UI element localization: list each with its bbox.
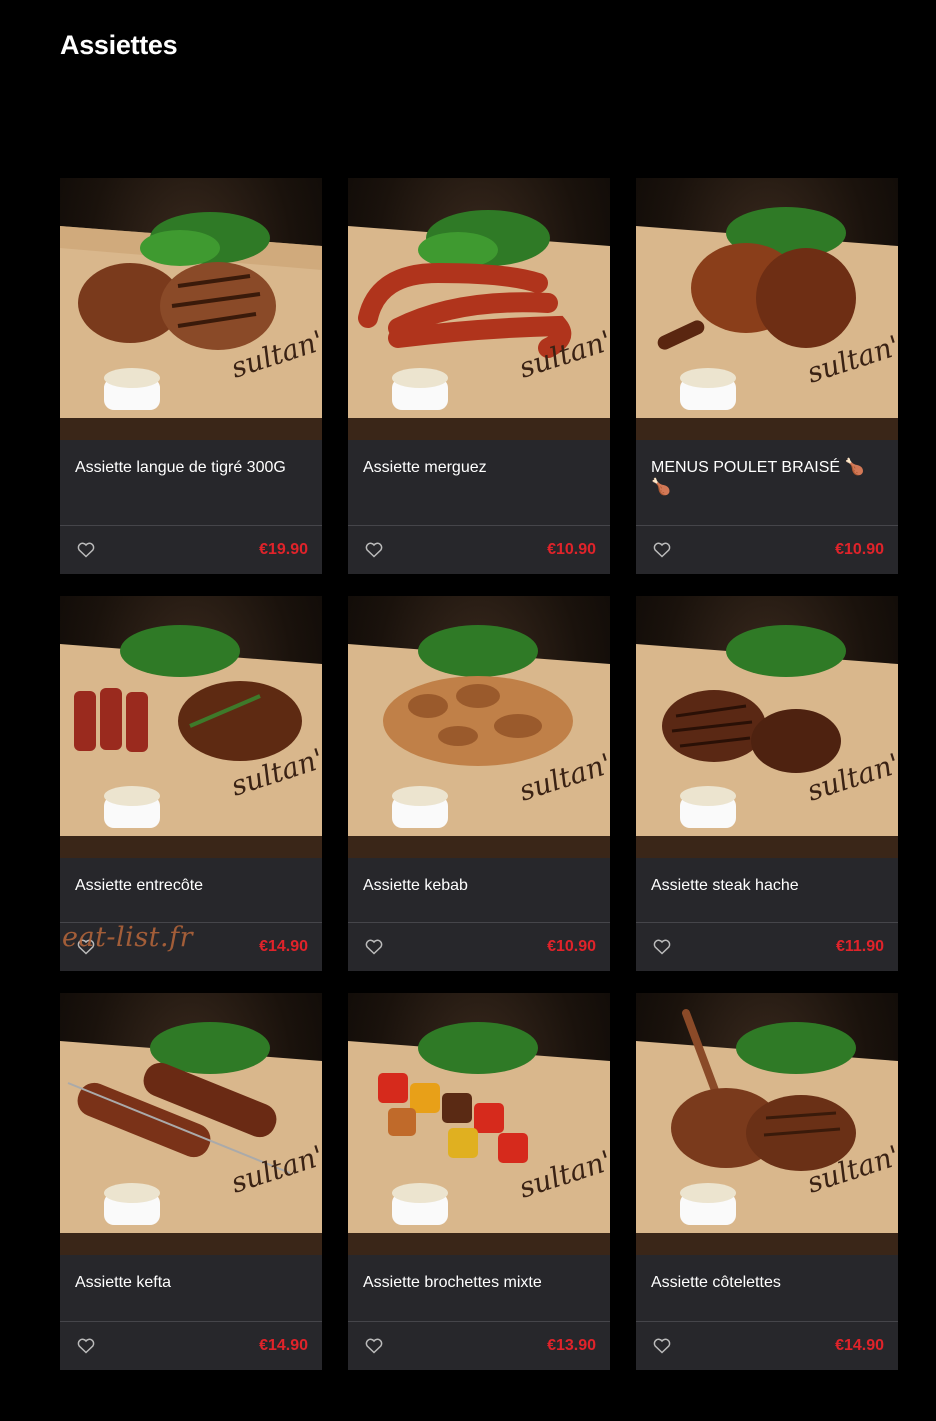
product-image[interactable]: sultan's: [60, 596, 322, 858]
favorite-heart-icon[interactable]: [77, 1338, 95, 1354]
product-price: €14.90: [259, 1337, 308, 1354]
product-name: Assiette kefta: [75, 1274, 172, 1291]
product-card[interactable]: sultan's Assiette kebab €10.90: [348, 596, 610, 971]
product-image[interactable]: sultan's: [348, 178, 610, 440]
product-name: Assiette langue de tigré 300G: [75, 459, 286, 476]
product-card[interactable]: sultan's Assiette merguez €10.90: [348, 178, 610, 574]
product-price: €10.90: [547, 938, 596, 955]
product-image[interactable]: sultan's: [348, 993, 610, 1255]
favorite-heart-icon[interactable]: [365, 542, 383, 558]
favorite-heart-icon[interactable]: [653, 1338, 671, 1354]
product-name: MENUS POULET BRAISÉ 🍗🍗: [651, 459, 865, 496]
product-price: €19.90: [259, 541, 308, 558]
product-name: Assiette kebab: [363, 877, 468, 894]
product-price: €14.90: [835, 1337, 884, 1354]
product-grid: sultan's Assiette langue de tigré 300G €…: [60, 178, 898, 1370]
favorite-heart-icon[interactable]: [653, 939, 671, 955]
favorite-heart-icon[interactable]: [653, 542, 671, 558]
product-image[interactable]: sultan's: [636, 993, 898, 1255]
product-image[interactable]: sultan's: [636, 178, 898, 440]
favorite-heart-icon[interactable]: [365, 1338, 383, 1354]
product-image[interactable]: sultan's: [348, 596, 610, 858]
product-price: €11.90: [835, 938, 884, 955]
product-card[interactable]: sultan's Assiette brochettes mixte €13.9…: [348, 993, 610, 1370]
product-name: Assiette brochettes mixte: [363, 1274, 542, 1291]
product-card[interactable]: sultan's Assiette langue de tigré 300G €…: [60, 178, 322, 574]
product-image[interactable]: sultan's: [60, 178, 322, 440]
product-card[interactable]: sultan's MENUS POULET BRAISÉ 🍗🍗 €10.90: [636, 178, 898, 574]
product-card[interactable]: sultan's Assiette steak hache €11.90: [636, 596, 898, 971]
product-card[interactable]: sultan's Assiette kefta €14.90: [60, 993, 322, 1370]
product-image[interactable]: sultan's: [60, 993, 322, 1255]
product-name: Assiette côtelettes: [651, 1274, 781, 1291]
product-price: €14.90: [259, 938, 308, 955]
product-name: Assiette merguez: [363, 459, 487, 476]
product-name: Assiette entrecôte: [75, 877, 204, 894]
watermark: eat-list.fr: [62, 922, 194, 953]
product-card[interactable]: sultan's Assiette côtelettes €14.90: [636, 993, 898, 1370]
product-name: Assiette steak hache: [651, 877, 799, 894]
favorite-heart-icon[interactable]: [77, 542, 95, 558]
product-card[interactable]: sultan's Assiette entrecôte €14.90: [60, 596, 322, 971]
page-title: Assiettes: [60, 30, 178, 60]
product-image[interactable]: sultan's: [636, 596, 898, 858]
product-price: €10.90: [547, 541, 596, 558]
product-price: €13.90: [547, 1337, 596, 1354]
favorite-heart-icon[interactable]: [365, 939, 383, 955]
product-price: €10.90: [835, 541, 884, 558]
